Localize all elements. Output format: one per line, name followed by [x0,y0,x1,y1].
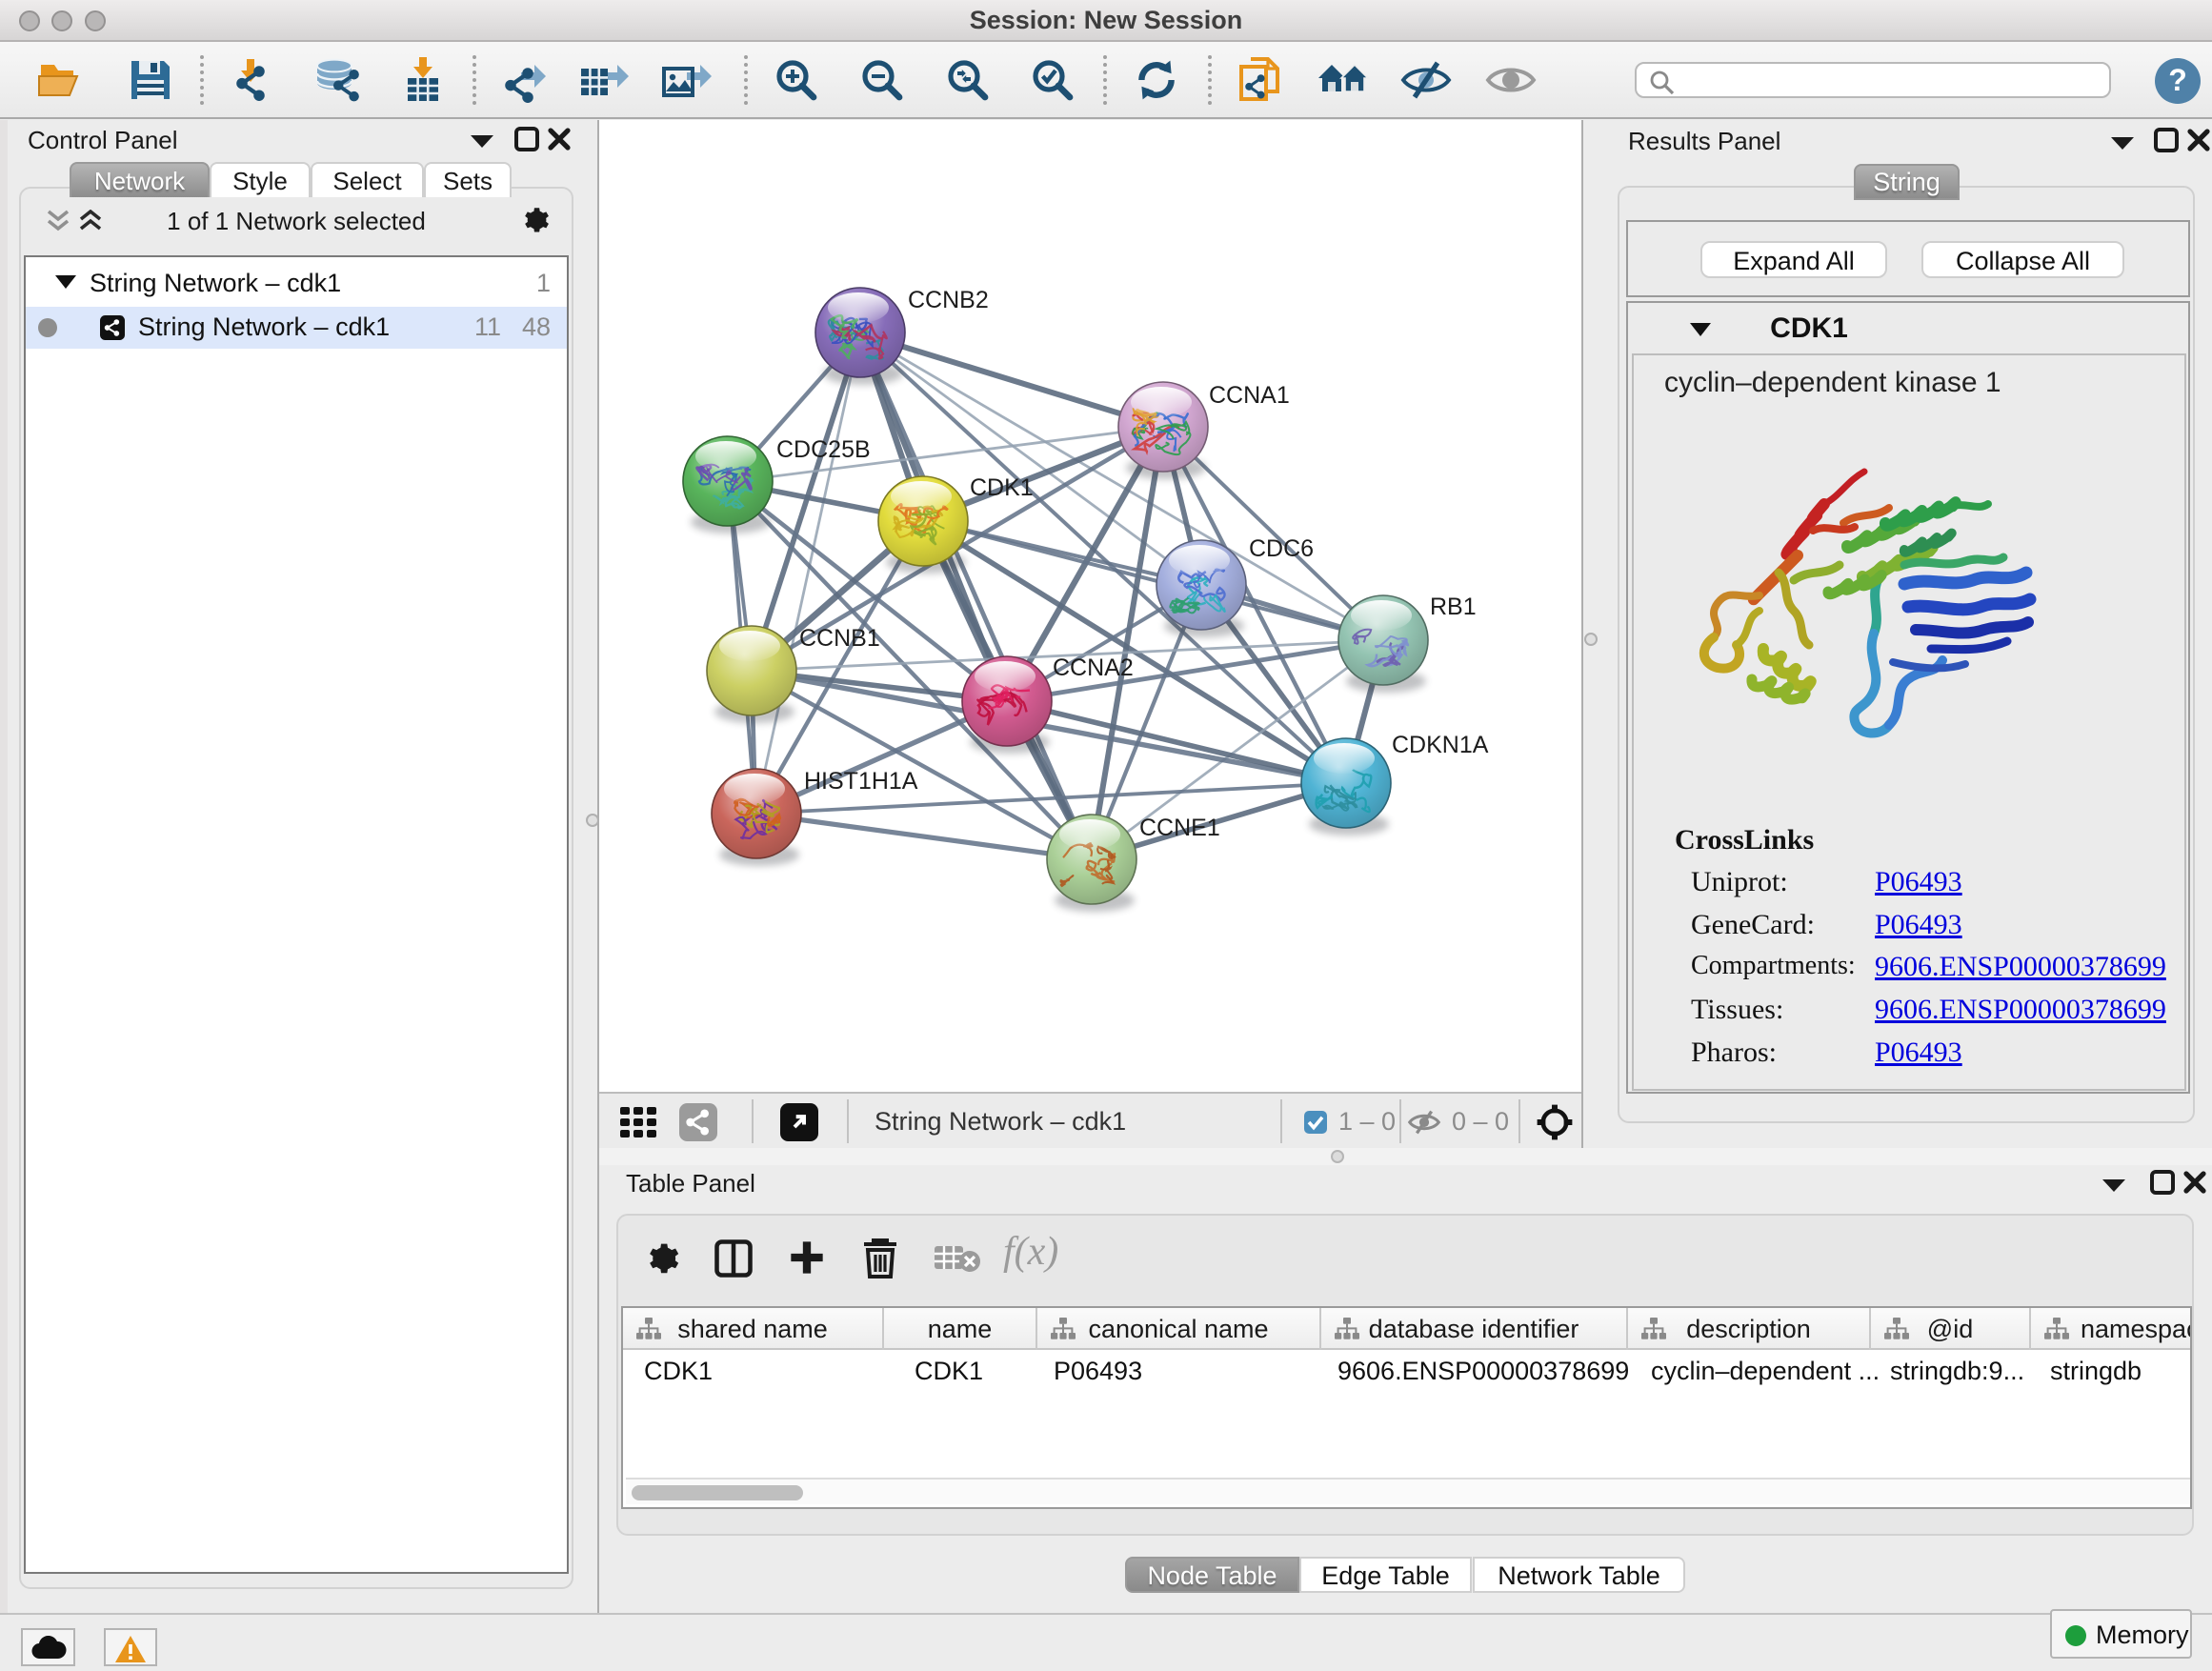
svg-text:CDC25B: CDC25B [776,436,871,463]
svg-text:RB1: RB1 [1430,594,1477,620]
svg-text:CCNB1: CCNB1 [799,625,880,652]
svg-text:CCNA1: CCNA1 [1209,382,1290,409]
svg-text:CDC6: CDC6 [1249,535,1314,562]
svg-text:CCNA2: CCNA2 [1053,654,1134,681]
svg-text:CDKN1A: CDKN1A [1392,732,1489,758]
svg-text:CCNB2: CCNB2 [908,287,989,313]
svg-text:CCNE1: CCNE1 [1139,815,1220,841]
svg-text:CDK1: CDK1 [970,474,1034,501]
svg-text:HIST1H1A: HIST1H1A [804,768,918,795]
